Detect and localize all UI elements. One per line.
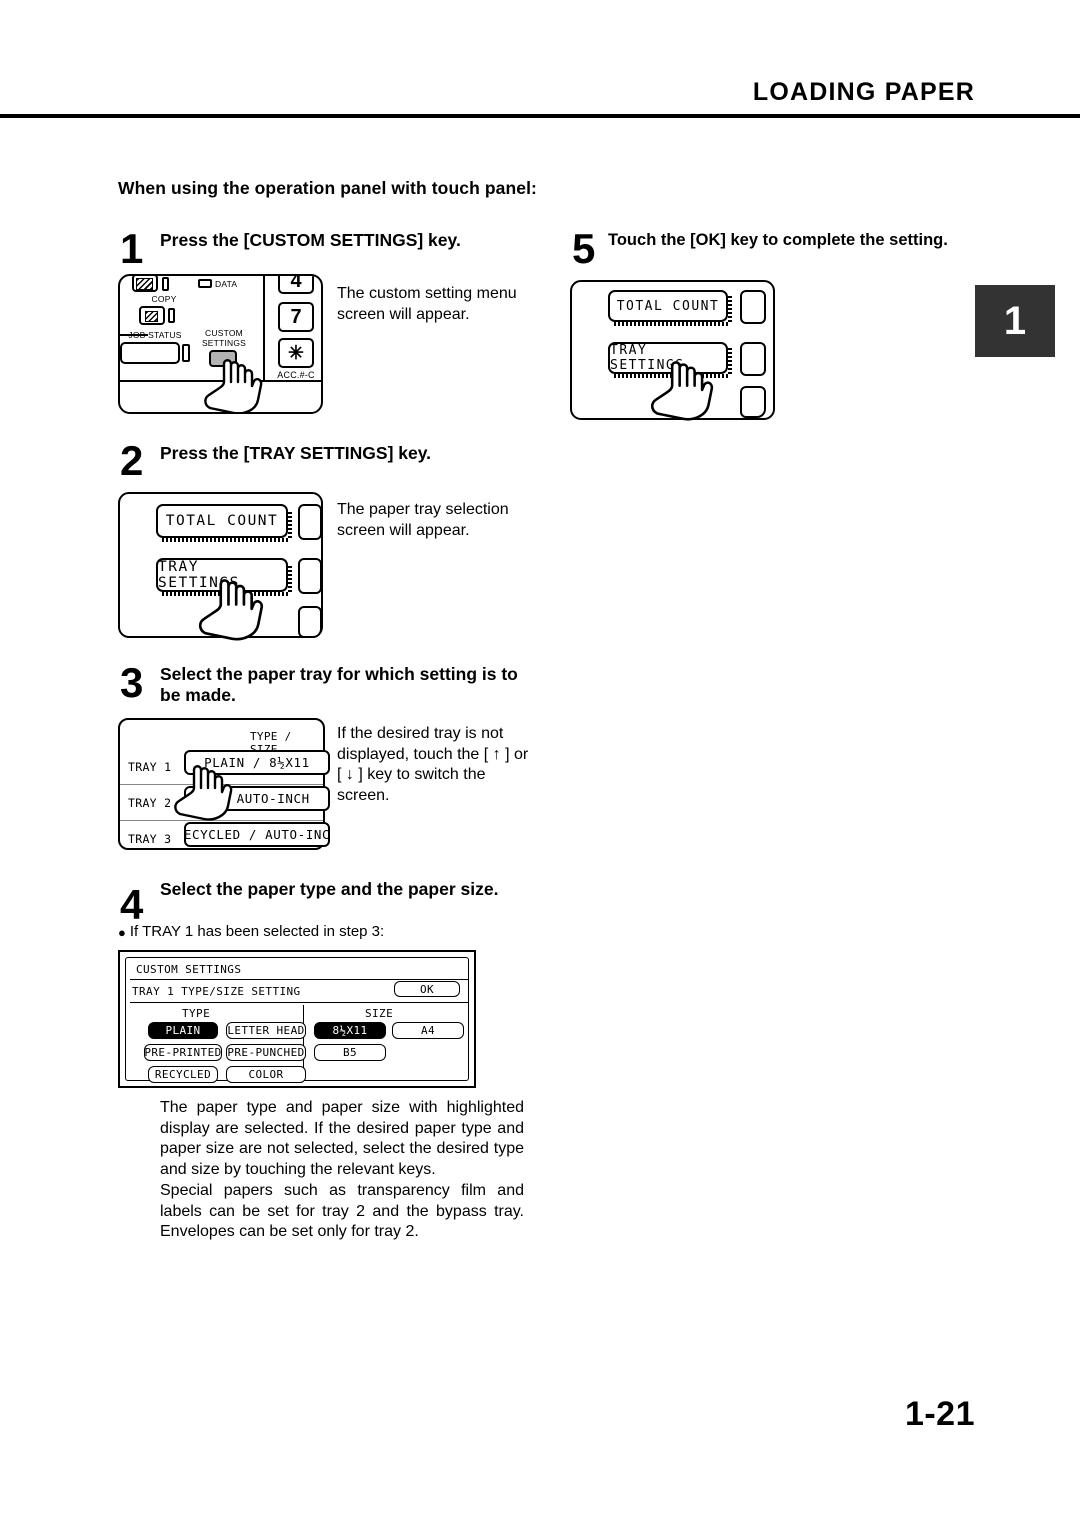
tray-3-key[interactable]: RECYCLED / AUTO-INCH [184, 822, 330, 847]
scroll-up-key[interactable] [298, 504, 322, 540]
page-header: LOADING PAPER [0, 78, 1080, 118]
step-2-title: Press the [TRAY SETTINGS] key. [160, 443, 432, 463]
scroll-up-key[interactable] [740, 290, 766, 324]
tray-2-key[interactable]: N / AUTO-INCH [184, 786, 330, 811]
type-button-plain[interactable]: PLAIN [148, 1022, 218, 1039]
type-column-header: TYPE [182, 1007, 211, 1020]
step-4-body-paragraph-1: The paper type and paper size with highl… [160, 1099, 524, 1178]
step-2-note: The paper tray selection screen will app… [337, 501, 509, 539]
step-3-title: Select the paper tray for which setting … [160, 664, 518, 705]
panel-bezel-line-vertical [263, 276, 265, 382]
chapter-tab: 1 [975, 285, 1055, 357]
type-button-recycled[interactable]: RECYCLED [148, 1066, 218, 1083]
page-title: LOADING PAPER [752, 78, 975, 106]
acc-label: ACC.#-C [277, 370, 315, 380]
total-count-key[interactable]: TOTAL COUNT [608, 290, 732, 326]
numeric-key-7[interactable]: 7 [278, 302, 314, 332]
tray-settings-key[interactable]: TRAY SETTINGS [156, 558, 292, 596]
tray-2-label: TRAY 2 [128, 796, 172, 810]
data-label: DATA [215, 279, 238, 289]
step-2-number: 2 [120, 437, 144, 484]
step-1-note: The custom setting menu screen will appe… [337, 285, 517, 323]
size-column-header: SIZE [365, 1007, 394, 1020]
tray-3-label: TRAY 3 [128, 832, 172, 846]
step-1-title: Press the [CUSTOM SETTINGS] key. [160, 230, 461, 250]
step-1-number: 1 [120, 225, 144, 272]
copy-indicator-led [168, 308, 175, 323]
copy-key-icon [139, 306, 165, 325]
scan-indicator-led [162, 277, 169, 291]
scroll-down-key[interactable] [298, 558, 322, 594]
ok-side-key[interactable] [298, 606, 322, 638]
job-status-label: JOB STATUS [128, 330, 182, 340]
title-divider [130, 979, 468, 980]
size-button-a4[interactable]: A4 [392, 1022, 464, 1039]
ok-button[interactable]: OK [394, 981, 460, 997]
type-button-letter-head[interactable]: LETTER HEAD [226, 1022, 306, 1039]
step-5-number: 5 [572, 225, 596, 272]
job-status-led [182, 344, 190, 362]
custom-settings-subtitle: TRAY 1 TYPE/SIZE SETTING [132, 985, 301, 998]
bullet-dot-icon: ● [118, 924, 126, 940]
operation-panel-illustration: DATA COPY JOB STATUS CUSTOM SETTINGS 4 7… [118, 274, 323, 414]
tray-divider-2 [120, 820, 323, 821]
size-button-letter[interactable]: 8½X11 [314, 1022, 386, 1039]
ok-side-key[interactable] [740, 386, 766, 418]
custom-settings-label-line1: CUSTOM [205, 328, 243, 338]
type-button-pre-printed[interactable]: PRE-PRINTED [144, 1044, 222, 1061]
scroll-down-key[interactable] [740, 342, 766, 376]
type-button-pre-punched[interactable]: PRE-PUNCHED [226, 1044, 306, 1061]
step-5-lcd-screen: TOTAL COUNT TRAY SETTINGS [570, 280, 775, 421]
subtitle-divider [130, 1002, 468, 1003]
copy-label: COPY [151, 294, 177, 304]
tray-settings-key[interactable]: TRAY SETTINGS [608, 342, 732, 378]
scan-key-icon [132, 276, 158, 292]
custom-settings-label-line2: SETTINGS [201, 338, 247, 348]
tray-1-key[interactable]: PLAIN / 8½X11 [184, 750, 330, 775]
page-number: 1-21 [904, 1395, 975, 1433]
numeric-key-4[interactable]: 4 [278, 276, 314, 294]
data-led-icon [198, 279, 212, 288]
panel-bezel-line-mid [120, 380, 321, 382]
header-divider [0, 114, 1080, 118]
asterisk-key[interactable]: ✳ [278, 338, 314, 368]
custom-settings-window-title: CUSTOM SETTINGS [136, 963, 242, 976]
step-3-note: If the desired tray is not displayed, to… [337, 725, 529, 804]
step-2-lcd-screen: TOTAL COUNT TRAY SETTINGS [118, 492, 323, 641]
step-3-number: 3 [120, 659, 144, 706]
step-4-bullet: ● If TRAY 1 has been selected in step 3: [118, 923, 385, 940]
custom-settings-key[interactable] [209, 350, 237, 367]
type-button-color[interactable]: COLOR [226, 1066, 306, 1083]
step-4-number: 4 [120, 881, 144, 928]
size-button-b5[interactable]: B5 [314, 1044, 386, 1061]
section-intro: When using the operation panel with touc… [118, 178, 537, 198]
tray-1-label: TRAY 1 [128, 760, 172, 774]
job-status-key[interactable] [120, 342, 180, 364]
step-4-title: Select the paper type and the paper size… [160, 879, 499, 899]
step-3-tray-screen: TYPE / SIZE TRAY 1 PLAIN / 8½X11 TRAY 2 … [118, 718, 330, 850]
step-4-body-paragraph-2: Special papers such as transparency film… [160, 1182, 524, 1240]
step-5-title: Touch the [OK] key to complete the setti… [608, 231, 948, 249]
tray-divider-1 [120, 784, 323, 785]
custom-settings-screen: CUSTOM SETTINGS TRAY 1 TYPE/SIZE SETTING… [118, 950, 476, 1088]
total-count-key[interactable]: TOTAL COUNT [156, 504, 292, 542]
